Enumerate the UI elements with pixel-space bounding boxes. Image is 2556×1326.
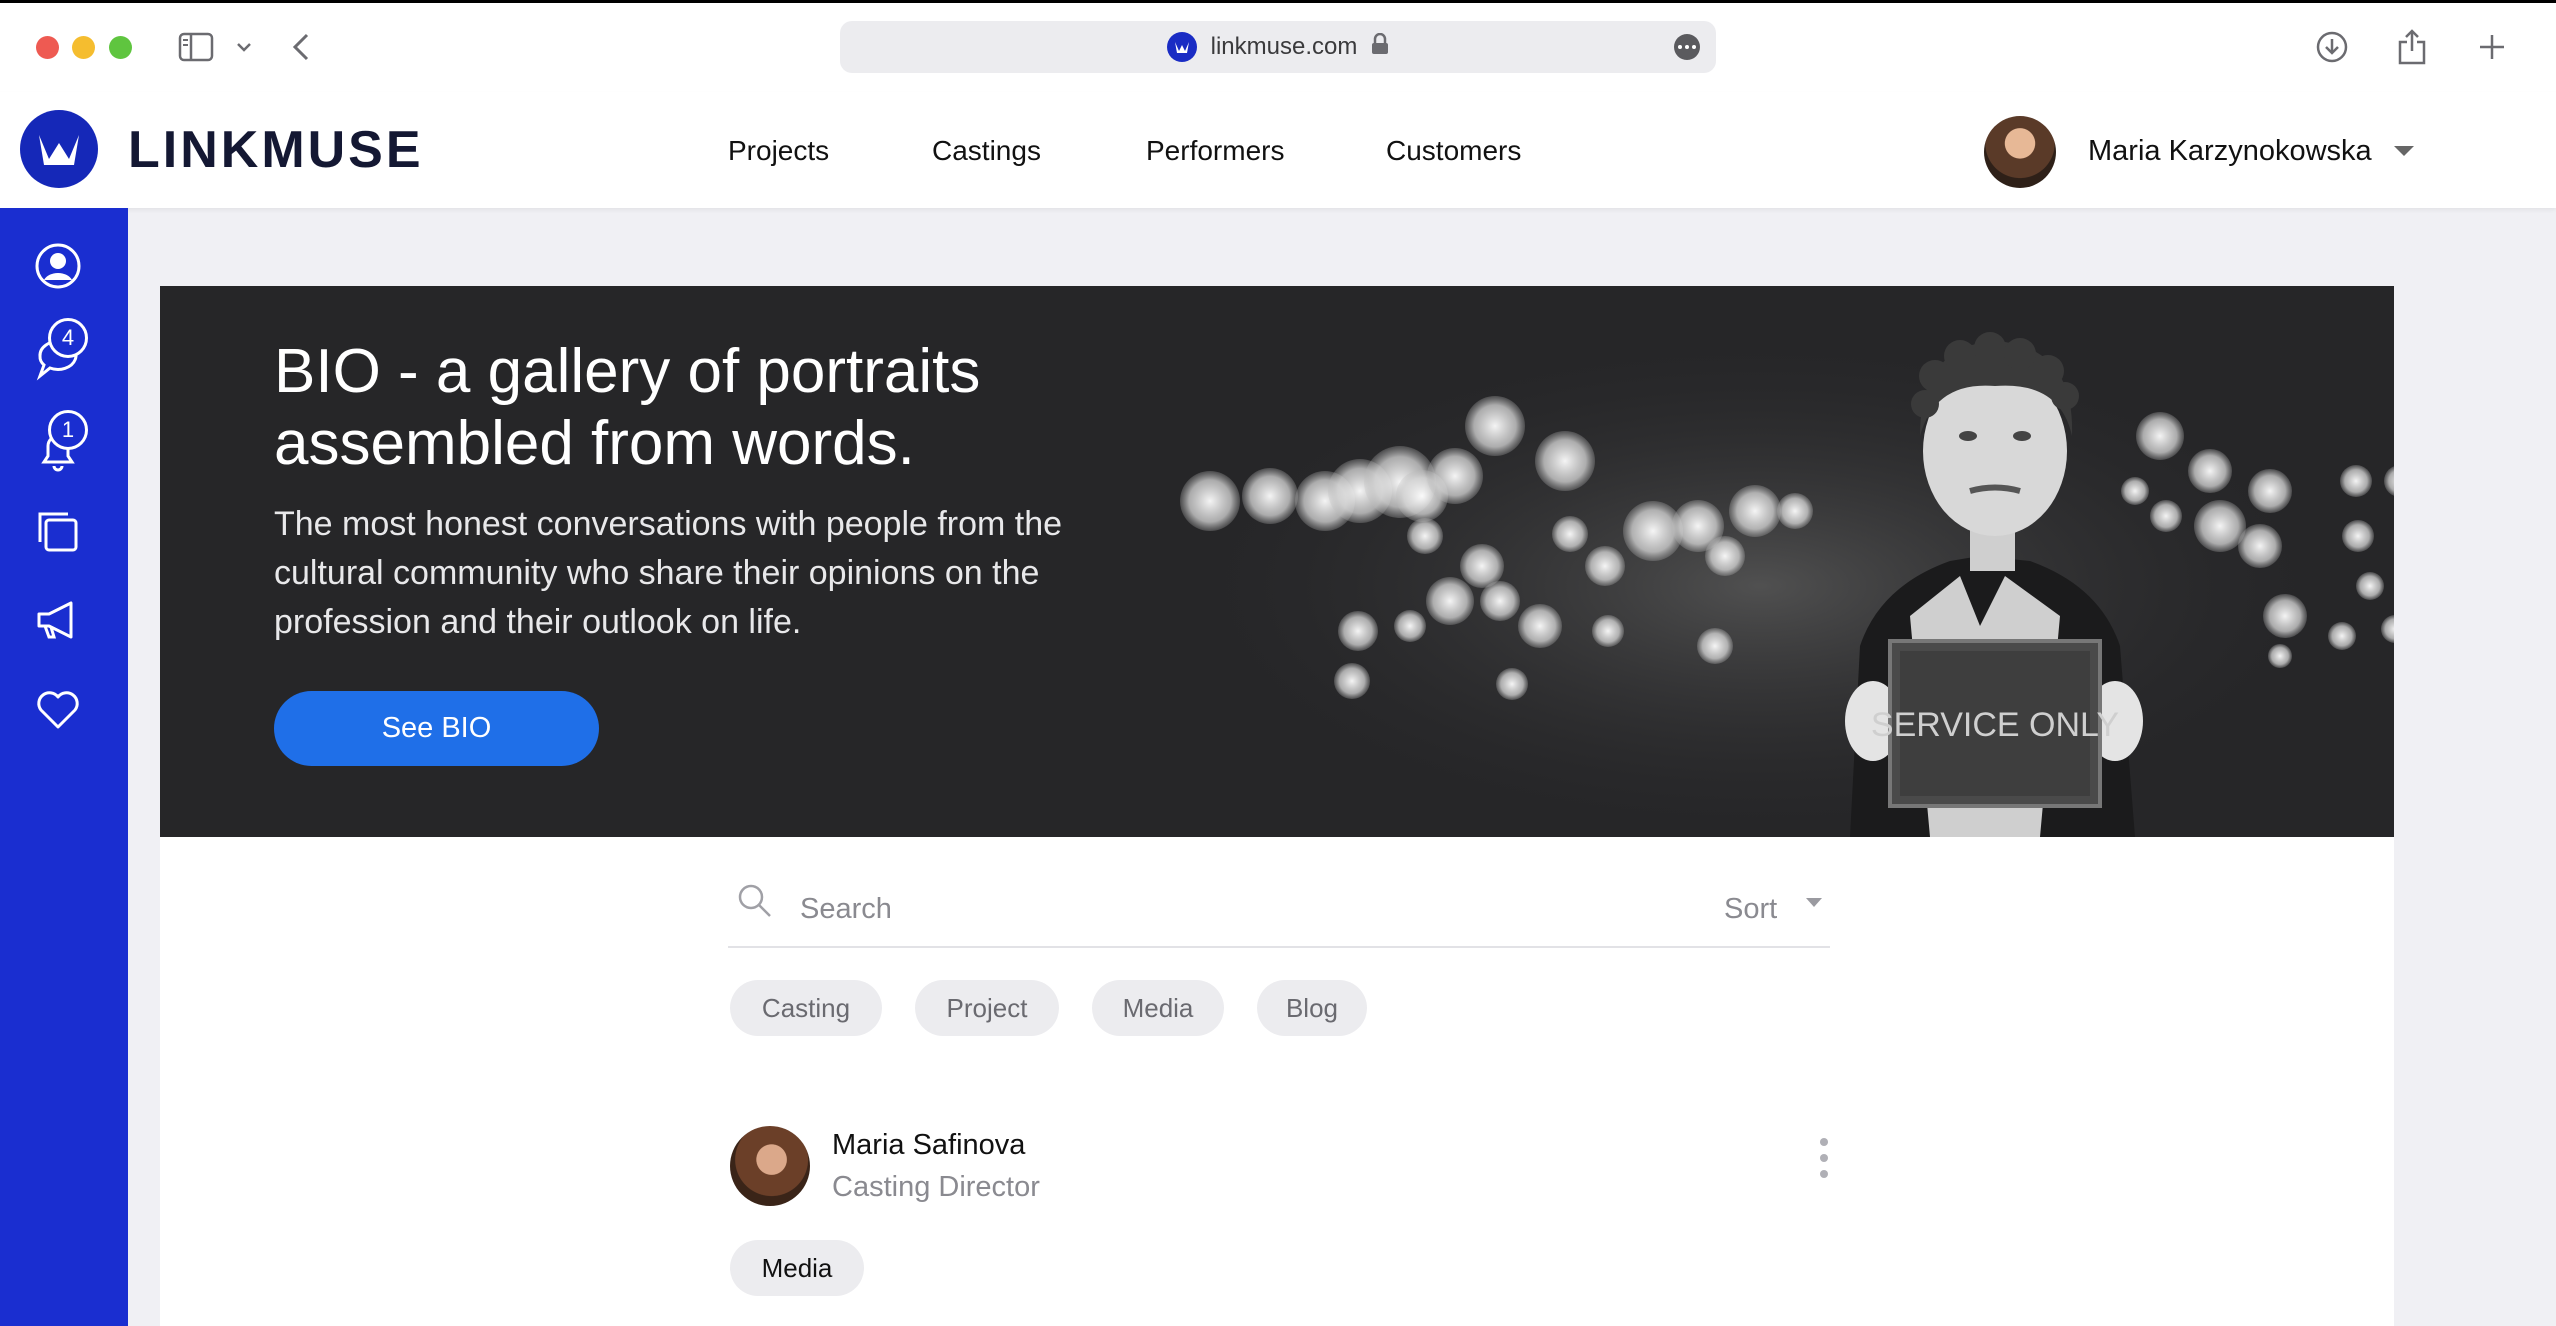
- sidebar-toggle-icon[interactable]: [176, 26, 216, 68]
- sidebar: 4 1: [0, 208, 128, 1326]
- avatar[interactable]: [1984, 116, 2056, 188]
- app-header: LINKMUSE Projects Castings Performers Cu…: [0, 92, 2556, 208]
- download-icon[interactable]: [2312, 26, 2352, 68]
- search-icon: [736, 882, 774, 925]
- hero-banner: SERVICE ONLY BIO - a gallery of portrait…: [160, 286, 2394, 837]
- more-icon[interactable]: [1674, 34, 1700, 60]
- filter-media[interactable]: Media: [1092, 980, 1224, 1036]
- more-options-icon[interactable]: [1816, 1138, 1832, 1186]
- author-name[interactable]: Maria Safinova: [832, 1128, 1025, 1162]
- post-tag[interactable]: Media: [730, 1240, 864, 1296]
- address-bar[interactable]: linkmuse.com: [840, 21, 1716, 73]
- hero-title: BIO - a gallery of portraits assembled f…: [274, 337, 981, 478]
- minimize-window-button[interactable]: [72, 36, 95, 59]
- share-icon[interactable]: [2392, 26, 2432, 68]
- user-name[interactable]: Maria Karzynokowska: [2088, 134, 2372, 168]
- sign-text: SERVICE ONLY: [1871, 706, 2119, 744]
- close-window-button[interactable]: [36, 36, 59, 59]
- hero-photo: SERVICE ONLY: [1160, 286, 2394, 837]
- sort-dropdown[interactable]: Sort: [1724, 892, 1777, 926]
- back-icon[interactable]: [286, 26, 316, 68]
- zoom-window-button[interactable]: [109, 36, 132, 59]
- new-tab-icon[interactable]: [2472, 26, 2512, 68]
- brand-name[interactable]: LINKMUSE: [128, 120, 424, 180]
- avatar[interactable]: [730, 1126, 810, 1206]
- heart-icon[interactable]: [32, 684, 84, 736]
- browser-toolbar: linkmuse.com: [0, 0, 2556, 92]
- nav-castings[interactable]: Castings: [932, 134, 1041, 168]
- megaphone-icon[interactable]: [32, 594, 84, 646]
- search-input[interactable]: [798, 888, 1602, 930]
- url-text: linkmuse.com: [1210, 33, 1358, 60]
- nav-performers[interactable]: Performers: [1146, 134, 1284, 168]
- filter-project[interactable]: Project: [915, 980, 1059, 1036]
- hero-description: The most honest conversations with peopl…: [274, 505, 1063, 641]
- chevron-down-icon[interactable]: [234, 26, 254, 68]
- author-role: Casting Director: [832, 1171, 1040, 1203]
- profile-icon[interactable]: [32, 240, 84, 292]
- site-favicon: [1166, 32, 1197, 62]
- notification-badge: 1: [48, 410, 88, 450]
- copy-icon[interactable]: [32, 506, 84, 558]
- filter-casting[interactable]: Casting: [730, 980, 882, 1036]
- filter-blog[interactable]: Blog: [1257, 980, 1367, 1036]
- lock-icon: [1371, 32, 1389, 62]
- user-menu-caret-icon[interactable]: [2394, 146, 2414, 156]
- sort-caret-icon[interactable]: [1806, 898, 1822, 907]
- nav-projects[interactable]: Projects: [728, 134, 829, 168]
- search-bar: Sort: [728, 870, 1830, 948]
- nav-customers[interactable]: Customers: [1386, 134, 1521, 168]
- see-bio-button[interactable]: See BIO: [274, 691, 599, 766]
- logo-icon[interactable]: [20, 110, 98, 188]
- chat-badge: 4: [48, 318, 88, 358]
